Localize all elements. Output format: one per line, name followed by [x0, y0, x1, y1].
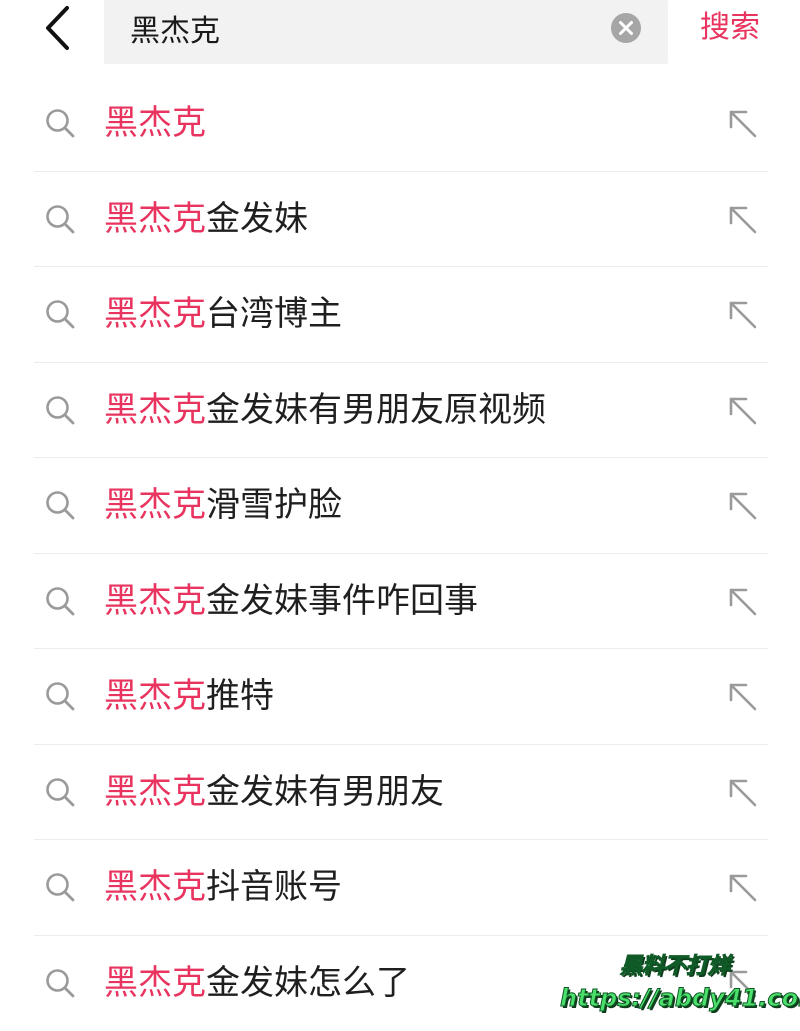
suggestion-label: 黑杰克滑雪护脸 [104, 458, 342, 553]
suggestion-rest: 台湾博主 [206, 294, 342, 334]
arrow-up-left-icon[interactable] [728, 491, 758, 521]
suggestion-label: 黑杰克金发妹有男朋友 [104, 745, 444, 840]
suggestion-highlight: 黑杰克 [104, 867, 206, 907]
suggestion-highlight: 黑杰克 [104, 581, 206, 621]
search-icon [44, 394, 76, 426]
search-icon [44, 871, 76, 903]
suggestion-label: 黑杰克抖音账号 [104, 840, 342, 935]
suggestion-label: 黑杰克 [104, 76, 206, 171]
suggestion-label: 黑杰克台湾博主 [104, 267, 342, 362]
arrow-up-left-icon[interactable] [728, 587, 758, 617]
suggestion-label: 黑杰克推特 [104, 649, 274, 744]
suggestion-item[interactable]: 黑杰克金发妹 [34, 172, 768, 268]
suggestion-highlight: 黑杰克 [104, 485, 206, 525]
arrow-up-left-icon[interactable] [728, 873, 758, 903]
suggestion-highlight: 黑杰克 [104, 772, 206, 812]
search-input[interactable] [130, 0, 600, 56]
suggestion-item[interactable]: 黑杰克抖音账号 [34, 840, 768, 936]
suggestion-rest: 推特 [206, 676, 274, 716]
suggestion-item[interactable]: 黑杰克推特 [34, 649, 768, 745]
arrow-up-left-icon[interactable] [728, 682, 758, 712]
clear-circle-icon[interactable] [610, 12, 642, 44]
suggestion-item[interactable]: 黑杰克金发妹事件咋回事 [34, 554, 768, 650]
search-icon [44, 967, 76, 999]
suggestion-label: 黑杰克金发妹怎么了 [104, 936, 410, 1031]
suggestion-highlight: 黑杰克 [104, 103, 206, 143]
suggestion-rest: 滑雪护脸 [206, 485, 342, 525]
suggestion-rest: 金发妹事件咋回事 [206, 581, 478, 621]
suggestion-highlight: 黑杰克 [104, 294, 206, 334]
search-icon [44, 489, 76, 521]
arrow-up-left-icon[interactable] [728, 396, 758, 426]
suggestion-highlight: 黑杰克 [104, 963, 206, 1003]
suggestion-label: 黑杰克金发妹事件咋回事 [104, 554, 478, 649]
chevron-left-icon [43, 5, 73, 51]
suggestion-item[interactable]: 黑杰克 [34, 76, 768, 172]
suggestion-rest: 金发妹有男朋友原视频 [206, 390, 546, 430]
search-icon [44, 776, 76, 808]
suggestion-highlight: 黑杰克 [104, 676, 206, 716]
search-icon [44, 680, 76, 712]
arrow-up-left-icon[interactable] [728, 969, 758, 999]
suggestion-rest: 抖音账号 [206, 867, 342, 907]
suggestion-rest: 金发妹怎么了 [206, 963, 410, 1003]
search-icon [44, 585, 76, 617]
suggestion-label: 黑杰克金发妹有男朋友原视频 [104, 363, 546, 458]
suggestion-highlight: 黑杰克 [104, 199, 206, 239]
suggestion-list: 黑杰克黑杰克金发妹黑杰克台湾博主黑杰克金发妹有男朋友原视频黑杰克滑雪护脸黑杰克金… [34, 76, 768, 1031]
suggestion-item[interactable]: 黑杰克金发妹有男朋友 [34, 745, 768, 841]
arrow-up-left-icon[interactable] [728, 205, 758, 235]
suggestion-item[interactable]: 黑杰克金发妹有男朋友原视频 [34, 363, 768, 459]
suggestion-item[interactable]: 黑杰克台湾博主 [34, 267, 768, 363]
search-button[interactable]: 搜索 [700, 6, 760, 50]
arrow-up-left-icon[interactable] [728, 300, 758, 330]
suggestion-item[interactable]: 黑杰克滑雪护脸 [34, 458, 768, 554]
suggestion-rest: 金发妹有男朋友 [206, 772, 444, 812]
search-box [104, 0, 668, 64]
arrow-up-left-icon[interactable] [728, 778, 758, 808]
arrow-up-left-icon[interactable] [728, 109, 758, 139]
search-icon [44, 203, 76, 235]
suggestion-item[interactable]: 黑杰克金发妹怎么了 [34, 936, 768, 1031]
top-bar: 搜索 [0, 0, 800, 70]
suggestion-label: 黑杰克金发妹 [104, 172, 308, 267]
suggestion-rest: 金发妹 [206, 199, 308, 239]
search-icon [44, 107, 76, 139]
back-button[interactable] [30, 0, 86, 56]
suggestion-highlight: 黑杰克 [104, 390, 206, 430]
search-icon [44, 298, 76, 330]
